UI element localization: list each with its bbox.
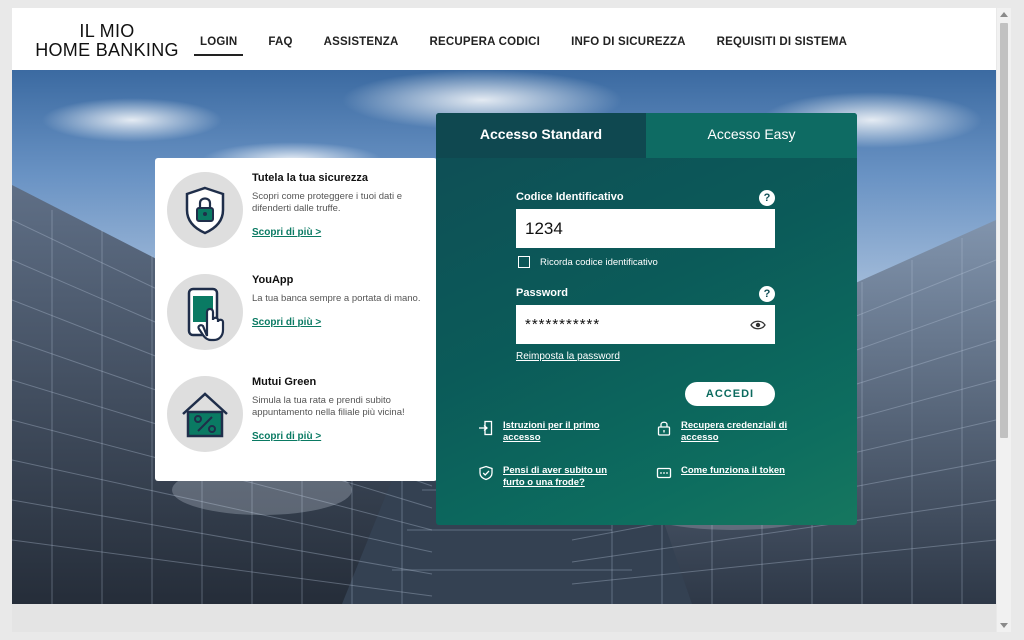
page-footer-strip xyxy=(12,604,996,632)
first-access-link[interactable]: Istruzioni per il primo accesso xyxy=(478,420,628,444)
password-input[interactable] xyxy=(516,305,775,344)
info-link-youapp[interactable]: Scopri di più > xyxy=(252,317,321,328)
shield-lock-icon xyxy=(167,172,243,248)
password-label: Password xyxy=(516,287,568,299)
tab-accesso-easy[interactable]: Accesso Easy xyxy=(646,113,857,158)
info-link-security[interactable]: Scopri di più > xyxy=(252,227,321,238)
house-percent-icon xyxy=(167,376,243,452)
scroll-down-arrow-icon[interactable] xyxy=(1000,623,1008,628)
nav-requisiti-sistema[interactable]: REQUISITI DI SISTEMA xyxy=(717,36,848,48)
nav-faq[interactable]: FAQ xyxy=(268,36,292,48)
reset-password-link[interactable]: Reimposta la password xyxy=(516,351,620,362)
first-access-label: Istruzioni per il primo accesso xyxy=(503,420,600,443)
fraud-link[interactable]: Pensi di aver subito un furto o una frod… xyxy=(478,465,628,489)
vertical-scrollbar[interactable] xyxy=(997,8,1011,632)
remember-label: Ricorda codice identificativo xyxy=(540,256,658,268)
info-title: Mutui Green xyxy=(252,376,317,388)
code-help-icon[interactable]: ? xyxy=(759,190,775,206)
door-enter-icon xyxy=(479,420,493,436)
info-text: La tua banca sempre a portata di mano. xyxy=(252,293,421,304)
fraud-label: Pensi di aver subito un furto o una frod… xyxy=(503,465,607,488)
token-label: Come funziona il token xyxy=(681,465,785,476)
info-title: Tutela la tua sicurezza xyxy=(252,172,368,184)
tab-accesso-standard[interactable]: Accesso Standard xyxy=(436,113,646,158)
logo-line-2: HOME BANKING xyxy=(35,40,179,60)
nav-recupera-codici[interactable]: RECUPERA CODICI xyxy=(430,36,541,48)
token-link[interactable]: Come funziona il token xyxy=(656,465,806,481)
token-device-icon xyxy=(656,467,672,479)
info-text: Scopri come proteggere i tuoi dati e dif… xyxy=(252,191,402,214)
password-help-icon[interactable]: ? xyxy=(759,286,775,302)
remember-code[interactable]: Ricorda codice identificativo xyxy=(516,256,658,268)
scrollbar-thumb[interactable] xyxy=(1000,23,1008,438)
scroll-up-arrow-icon[interactable] xyxy=(1000,12,1008,17)
nav-info-sicurezza[interactable]: INFO DI SICUREZZA xyxy=(571,36,686,48)
login-tabs: Accesso Standard Accesso Easy xyxy=(436,113,857,158)
show-password-eye-icon[interactable] xyxy=(750,319,766,331)
remember-checkbox[interactable] xyxy=(518,256,530,268)
code-input[interactable] xyxy=(516,209,775,248)
code-label: Codice Identificativo xyxy=(516,191,624,203)
login-panel: Accesso Standard Accesso Easy Codice Ide… xyxy=(436,113,857,525)
browser-viewport: IL MIO HOME BANKING LOGIN FAQ ASSISTENZA… xyxy=(12,8,996,632)
shield-alert-icon xyxy=(479,465,493,481)
info-card: Tutela la tua sicurezza Scopri come prot… xyxy=(155,158,437,481)
info-title: YouApp xyxy=(252,274,294,286)
smartphone-tap-icon xyxy=(167,274,243,350)
recover-credentials-link[interactable]: Recupera credenziali di accesso xyxy=(656,420,806,444)
accedi-button[interactable]: ACCEDI xyxy=(685,382,775,406)
site-logo[interactable]: IL MIO HOME BANKING xyxy=(32,22,182,60)
site-header: IL MIO HOME BANKING LOGIN FAQ ASSISTENZA… xyxy=(12,8,996,70)
info-link-mutui-green[interactable]: Scopri di più > xyxy=(252,431,321,442)
recover-credentials-label: Recupera credenziali di accesso xyxy=(681,420,788,443)
padlock-icon xyxy=(657,421,671,436)
nav-login[interactable]: LOGIN xyxy=(193,36,244,56)
logo-line-1: IL MIO xyxy=(79,21,135,41)
nav-assistenza[interactable]: ASSISTENZA xyxy=(324,36,399,48)
main-nav: LOGIN FAQ ASSISTENZA RECUPERA CODICI INF… xyxy=(193,36,878,56)
info-text: Simula la tua rata e prendi subito appun… xyxy=(252,395,405,418)
